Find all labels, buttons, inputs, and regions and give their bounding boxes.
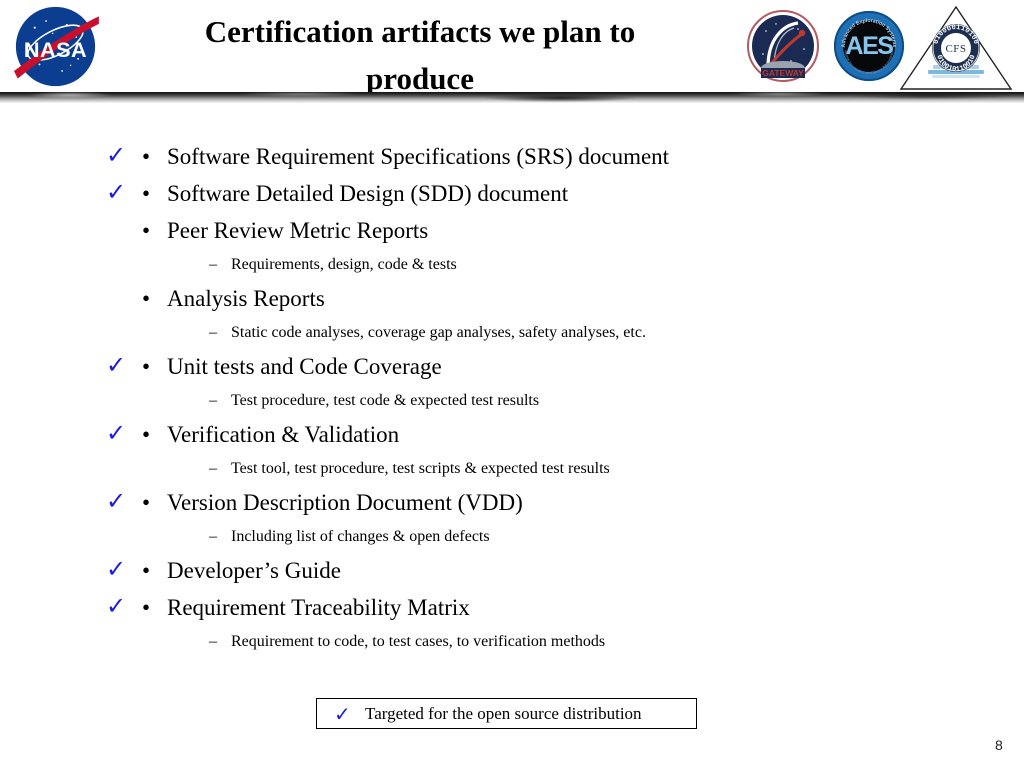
bullet-label: Software Requirement Specifications (SRS… xyxy=(167,144,670,169)
legend-label: Targeted for the open source distributio… xyxy=(365,704,642,723)
bullet-marker-icon: • xyxy=(142,144,151,169)
check-icon: ✓ xyxy=(106,178,127,206)
check-icon: ✓ xyxy=(334,702,351,726)
gateway-logo-icon: GATEWAY xyxy=(746,9,820,83)
bullet-marker-icon: • xyxy=(142,354,151,379)
slide-title-line-1: Certification artifacts we plan to xyxy=(204,14,636,49)
svg-text:CFS: CFS xyxy=(945,43,966,55)
slide-title: Certification artifacts we plan to produ… xyxy=(130,8,710,102)
sub-bullet-row: – Test procedure, test code & expected te… xyxy=(0,387,1024,418)
bullet-marker-icon: • xyxy=(142,218,151,243)
dash-marker-icon: – xyxy=(209,460,217,477)
dash-marker-icon: – xyxy=(209,324,217,341)
sub-bullet-label: Including list of changes & open defects xyxy=(231,528,490,545)
sub-bullet-label: Static code analyses, coverage gap analy… xyxy=(231,324,646,341)
legend-box: ✓ Targeted for the open source distribut… xyxy=(316,698,697,729)
bullet-list: ✓ • Software Requirement Specifications (S… xyxy=(0,140,1024,659)
bullet-label: Peer Review Metric Reports xyxy=(167,218,429,243)
bullet-marker-icon: • xyxy=(142,181,151,206)
bullet-label: Software Detailed Design (SDD) document xyxy=(167,181,569,206)
sub-bullet-label: Requirement to code, to test cases, to v… xyxy=(231,633,606,650)
sub-bullet-row: – Requirements, design, code & tests xyxy=(0,251,1024,282)
bullet-row: ✓ • Unit tests and Code Coverage xyxy=(0,350,1024,387)
bullet-row: ✓ • Developer’s Guide xyxy=(0,554,1024,591)
dash-marker-icon: – xyxy=(209,633,217,650)
sub-bullet-row: – Test tool, test procedure, test scripts… xyxy=(0,455,1024,486)
svg-text:AES: AES xyxy=(846,32,894,60)
bullet-label: Analysis Reports xyxy=(167,286,325,311)
sub-bullet-label: Test tool, test procedure, test scripts … xyxy=(231,460,610,477)
sub-bullet-label: Requirements, design, code & tests xyxy=(231,256,457,273)
check-icon: ✓ xyxy=(106,487,127,515)
check-icon: ✓ xyxy=(106,592,127,620)
svg-text:NASA: NASA xyxy=(24,37,87,62)
svg-text:GATEWAY: GATEWAY xyxy=(762,68,804,78)
check-icon: ✓ xyxy=(106,555,127,583)
check-icon: ✓ xyxy=(106,141,127,169)
bullet-row: ✓ • Verification & Validation xyxy=(0,418,1024,455)
sub-bullet-label: Test procedure, test code & expected tes… xyxy=(231,392,540,409)
bullet-label: Verification & Validation xyxy=(167,422,400,447)
lunar-horizon-divider xyxy=(0,92,1024,103)
dash-marker-icon: – xyxy=(209,256,217,273)
bullet-row: ✓ • Software Requirement Specifications (S… xyxy=(0,140,1024,177)
bullet-row: • Analysis Reports xyxy=(0,282,1024,319)
bullet-label: Developer’s Guide xyxy=(167,558,341,583)
bullet-row: ✓ • Version Description Document (VDD) xyxy=(0,486,1024,523)
nasa-logo-icon: NASA xyxy=(8,5,103,88)
slide-header: NASA Certification artifacts we plan to … xyxy=(0,0,1024,96)
cfs-logo-icon: 010000110100 010010110010 CFS xyxy=(898,4,1014,92)
sub-bullet-row: – Including list of changes & open defect… xyxy=(0,523,1024,554)
bullet-marker-icon: • xyxy=(142,286,151,311)
dash-marker-icon: – xyxy=(209,528,217,545)
check-icon: ✓ xyxy=(106,351,127,379)
dash-marker-icon: – xyxy=(209,392,217,409)
bullet-row: ✓ • Software Detailed Design (SDD) documen… xyxy=(0,177,1024,214)
bullet-marker-icon: • xyxy=(142,422,151,447)
bullet-label: Unit tests and Code Coverage xyxy=(167,354,442,379)
bullet-label: Requirement Traceability Matrix xyxy=(167,595,470,620)
sub-bullet-row: – Static code analyses, coverage gap anal… xyxy=(0,319,1024,350)
bullet-label: Version Description Document (VDD) xyxy=(167,490,523,515)
bullet-row: ✓ • Requirement Traceability Matrix xyxy=(0,591,1024,628)
bullet-marker-icon: • xyxy=(142,558,151,583)
bullet-marker-icon: • xyxy=(142,595,151,620)
bullet-row: • Peer Review Metric Reports xyxy=(0,214,1024,251)
page-number: 8 xyxy=(995,737,1003,753)
check-icon: ✓ xyxy=(106,419,127,447)
sub-bullet-row: – Requirement to code, to test cases, to … xyxy=(0,628,1024,659)
aes-logo-icon: Advanced Exploration Systems AES Nationa… xyxy=(831,6,906,83)
bullet-marker-icon: • xyxy=(142,490,151,515)
